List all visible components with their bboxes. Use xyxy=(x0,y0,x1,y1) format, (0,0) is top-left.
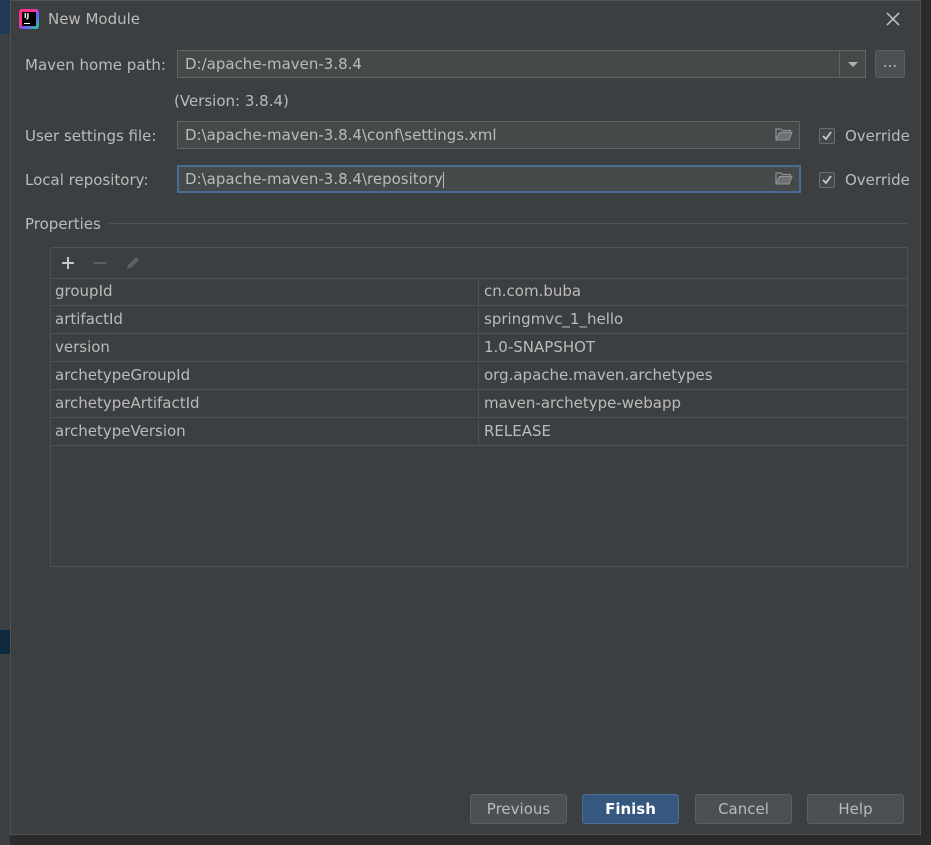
local-repository-label: Local repository: xyxy=(25,171,148,189)
text-cursor xyxy=(442,171,444,188)
local-repository-value: D:\apache-maven-3.8.4\repository xyxy=(185,170,443,188)
browse-maven-home-button[interactable]: ... xyxy=(875,50,905,78)
checkmark-icon xyxy=(822,131,832,141)
property-value: cn.com.buba xyxy=(484,282,582,300)
property-key: archetypeVersion xyxy=(51,419,479,445)
user-settings-value: D:\apache-maven-3.8.4\conf\settings.xml xyxy=(185,126,497,144)
ide-left-selection xyxy=(0,630,10,654)
properties-separator xyxy=(109,223,908,224)
maven-home-label-text: Maven home path: xyxy=(25,56,166,74)
finish-button-label: Finish xyxy=(605,800,656,818)
property-key: archetypeArtifactId xyxy=(51,391,479,417)
properties-title: Properties xyxy=(25,215,101,233)
property-key: archetypeGroupId xyxy=(51,363,479,389)
property-key: artifactId xyxy=(51,307,479,333)
table-row[interactable]: archetypeVersion RELEASE xyxy=(51,418,907,446)
maven-home-value: D:/apache-maven-3.8.4 xyxy=(185,55,362,73)
local-repository-override-label[interactable]: Override xyxy=(845,171,910,189)
properties-table: groupId cn.com.buba artifactId springmvc… xyxy=(51,278,907,446)
table-row[interactable]: artifactId springmvc_1_hello xyxy=(51,306,907,334)
checkmark-icon xyxy=(822,175,832,185)
local-repository-field[interactable]: D:\apache-maven-3.8.4\repository xyxy=(177,165,801,193)
user-settings-label-text: User settings file: xyxy=(25,127,157,145)
previous-button[interactable]: Previous xyxy=(470,794,567,824)
chevron-down-icon[interactable] xyxy=(839,51,865,77)
maven-home-combobox[interactable]: D:/apache-maven-3.8.4 xyxy=(177,50,866,78)
help-button[interactable]: Help xyxy=(807,794,904,824)
property-value: RELEASE xyxy=(484,422,551,440)
remove-icon[interactable] xyxy=(90,253,110,273)
user-settings-override-label[interactable]: Override xyxy=(845,127,910,145)
help-button-label: Help xyxy=(838,800,873,818)
table-row[interactable]: archetypeGroupId org.apache.maven.archet… xyxy=(51,362,907,390)
local-repository-override-checkbox[interactable] xyxy=(819,172,835,188)
property-key: version xyxy=(51,335,479,361)
ide-left-edge xyxy=(0,0,10,845)
table-row[interactable]: archetypeArtifactId maven-archetype-weba… xyxy=(51,390,907,418)
maven-version-text: (Version: 3.8.4) xyxy=(174,92,289,110)
dialog-titlebar: IJ New Module xyxy=(11,1,920,37)
close-icon[interactable] xyxy=(881,7,905,31)
user-settings-override-checkbox[interactable] xyxy=(819,128,835,144)
dialog-title: New Module xyxy=(48,10,141,28)
property-value: springmvc_1_hello xyxy=(484,310,624,328)
folder-open-icon[interactable] xyxy=(775,171,793,186)
ide-left-tab xyxy=(0,0,10,34)
user-settings-field[interactable]: D:\apache-maven-3.8.4\conf\settings.xml xyxy=(177,121,800,149)
property-value: maven-archetype-webapp xyxy=(484,394,682,412)
folder-open-icon[interactable] xyxy=(775,127,793,142)
property-value: 1.0-SNAPSHOT xyxy=(484,338,596,356)
cancel-button-label: Cancel xyxy=(718,800,769,818)
finish-button[interactable]: Finish xyxy=(582,794,679,824)
cancel-button[interactable]: Cancel xyxy=(695,794,792,824)
local-repository-label-text: Local repository: xyxy=(25,171,149,189)
property-key: groupId xyxy=(51,279,479,305)
new-module-dialog: IJ New Module Maven home path: D:/apache… xyxy=(10,0,921,835)
edit-pencil-icon[interactable] xyxy=(123,253,143,273)
property-value: org.apache.maven.archetypes xyxy=(484,366,713,384)
maven-home-label: Maven home path: xyxy=(25,56,166,74)
intellij-logo-inner: IJ xyxy=(22,12,36,26)
table-row[interactable]: groupId cn.com.buba xyxy=(51,278,907,306)
properties-toolbar xyxy=(51,248,907,278)
table-row[interactable]: version 1.0-SNAPSHOT xyxy=(51,334,907,362)
intellij-logo-icon: IJ xyxy=(19,9,39,29)
previous-button-label: Previous xyxy=(486,800,551,818)
properties-panel: groupId cn.com.buba artifactId springmvc… xyxy=(50,247,908,567)
add-icon[interactable] xyxy=(58,253,78,273)
user-settings-label: User settings file: xyxy=(25,127,156,145)
